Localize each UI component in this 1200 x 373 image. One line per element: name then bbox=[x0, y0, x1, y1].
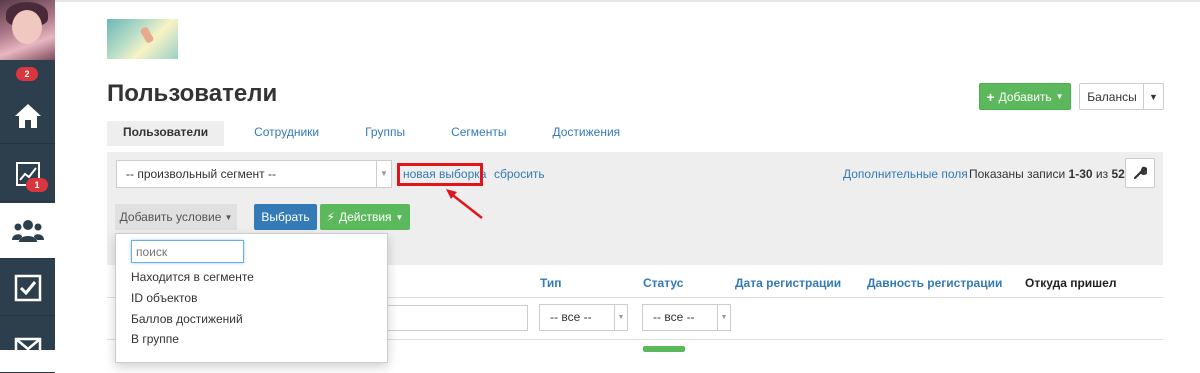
envelope-icon bbox=[14, 337, 41, 358]
choose-button[interactable]: Выбрать bbox=[254, 204, 317, 230]
balances-button[interactable]: Балансы bbox=[1079, 83, 1144, 110]
records-range: 1-30 bbox=[1068, 167, 1093, 181]
caret-down-icon: ▼ bbox=[717, 305, 730, 330]
analytics-badge[interactable]: 1 bbox=[26, 178, 48, 192]
segment-select[interactable]: -- произвольный сегмент -- ▼ bbox=[116, 160, 392, 188]
users-icon bbox=[11, 219, 44, 242]
settings-button[interactable] bbox=[1125, 158, 1155, 188]
sidebar-item-users[interactable] bbox=[0, 203, 55, 259]
caret-down-icon: ▼ bbox=[224, 212, 233, 222]
condition-item-object-ids[interactable]: ID объектов bbox=[131, 291, 197, 305]
caret-down-icon: ▼ bbox=[395, 212, 404, 222]
sidebar-item-tasks[interactable] bbox=[0, 260, 55, 316]
lightning-icon: ⚡ bbox=[326, 210, 335, 224]
condition-search-input[interactable] bbox=[131, 240, 244, 263]
wrench-icon bbox=[1133, 166, 1147, 180]
type-filter-value: -- все -- bbox=[550, 310, 592, 324]
caret-down-icon: ▼ bbox=[376, 161, 391, 187]
status-filter-value: -- все -- bbox=[653, 310, 695, 324]
home-icon bbox=[14, 103, 41, 128]
column-header-type[interactable]: Тип bbox=[540, 276, 562, 290]
plus-icon: + bbox=[986, 88, 995, 105]
add-button-label: Добавить bbox=[998, 89, 1052, 104]
tab-achievements[interactable]: Достижения bbox=[536, 121, 636, 146]
column-header-source: Откуда пришел bbox=[1025, 276, 1117, 290]
sidebar-item-home[interactable] bbox=[0, 88, 55, 144]
logo-figure bbox=[139, 26, 155, 44]
status-filter-select[interactable]: -- все -- ▼ bbox=[642, 304, 731, 331]
left-sidebar: 2 1 bbox=[0, 0, 55, 373]
condition-item-achievement-points[interactable]: Баллов достижений bbox=[131, 312, 243, 326]
caret-down-icon: ▼ bbox=[1149, 91, 1158, 102]
type-filter-select[interactable]: -- все -- ▼ bbox=[539, 304, 628, 331]
name-filter-input[interactable] bbox=[387, 305, 528, 331]
status-badge bbox=[643, 346, 685, 352]
annotation-arrow-icon bbox=[446, 189, 483, 219]
column-header-registered[interactable]: Дата регистрации bbox=[735, 276, 841, 290]
sidebar-item-messages[interactable] bbox=[0, 317, 55, 373]
avatar-face bbox=[12, 10, 42, 44]
actions-label: Действия bbox=[338, 210, 392, 224]
condition-item-in-group[interactable]: В группе bbox=[131, 332, 179, 346]
caret-down-icon: ▼ bbox=[614, 305, 627, 330]
actions-button[interactable]: ⚡ Действия ▼ bbox=[320, 204, 410, 230]
page-title: Пользователи bbox=[107, 80, 278, 107]
tab-users[interactable]: Пользователи bbox=[107, 121, 225, 146]
records-prefix: Показаны записи bbox=[969, 167, 1069, 181]
segment-select-value: -- произвольный сегмент -- bbox=[126, 167, 276, 181]
avatar[interactable] bbox=[0, 0, 55, 60]
notification-badge[interactable]: 2 bbox=[16, 67, 38, 81]
tab-segments[interactable]: Сегменты bbox=[435, 121, 522, 146]
add-condition-dropdown: Находится в сегменте ID объектов Баллов … bbox=[115, 233, 388, 363]
column-header-reg-age[interactable]: Давность регистрации bbox=[867, 276, 1002, 290]
reset-link[interactable]: сбросить bbox=[494, 167, 545, 181]
add-condition-label: Добавить условие bbox=[119, 210, 222, 224]
records-info: Показаны записи 1-30 из 52. bbox=[969, 167, 1128, 181]
records-total: 52 bbox=[1111, 167, 1125, 181]
add-condition-button[interactable]: Добавить условие ▼ bbox=[115, 204, 237, 230]
sidebar-item-analytics[interactable] bbox=[0, 146, 55, 202]
condition-item-in-segment[interactable]: Находится в сегменте bbox=[131, 270, 254, 284]
caret-down-icon: ▼ bbox=[1055, 92, 1064, 101]
add-button[interactable]: + Добавить ▼ bbox=[979, 83, 1071, 110]
tab-employees[interactable]: Сотрудники bbox=[238, 121, 335, 146]
records-of: из bbox=[1092, 167, 1112, 181]
extra-fields-link[interactable]: Дополнительные поля bbox=[843, 167, 968, 181]
top-border bbox=[55, 0, 1200, 2]
column-header-status[interactable]: Статус bbox=[643, 276, 683, 290]
tabs: Пользователи Сотрудники Группы Сегменты … bbox=[107, 121, 646, 146]
checkbox-icon bbox=[14, 274, 41, 301]
project-logo-image bbox=[107, 19, 178, 59]
tab-groups[interactable]: Группы bbox=[349, 121, 421, 146]
balances-dropdown-toggle[interactable]: ▼ bbox=[1143, 83, 1164, 110]
highlight-box bbox=[397, 163, 483, 186]
